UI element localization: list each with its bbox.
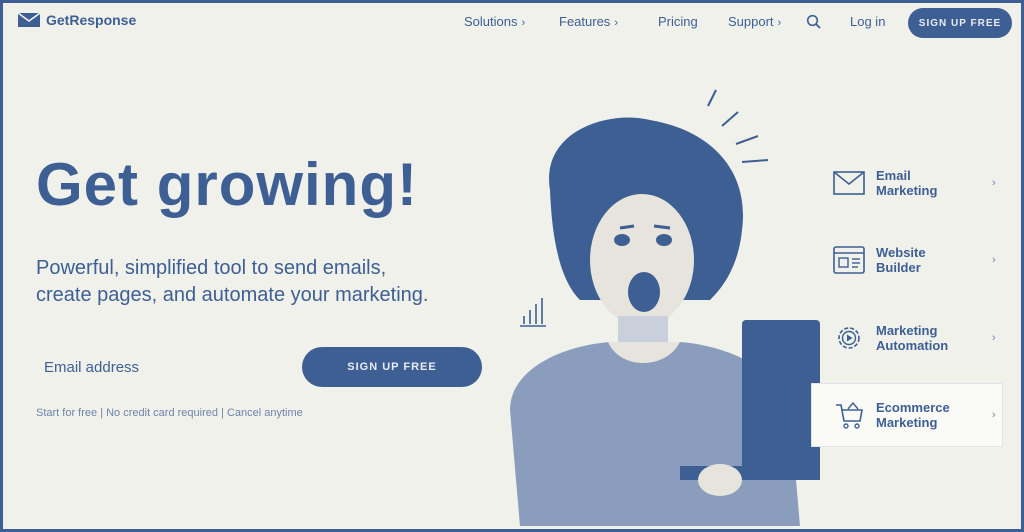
hand: [698, 464, 742, 496]
hero-headline: Get growing!: [36, 151, 418, 218]
nav-features-label: Features: [559, 14, 611, 29]
website-builder-icon: [832, 243, 866, 277]
mouth: [628, 272, 660, 312]
logo-text: GetResponse: [46, 12, 137, 28]
mini-chart: [520, 298, 546, 327]
shopping-cart-icon: [832, 398, 866, 432]
logo-envelope-icon: [18, 13, 40, 27]
envelope-icon: [832, 166, 866, 200]
nav-solutions-label: Solutions: [464, 14, 518, 29]
feature-label: Marketing Automation: [876, 323, 972, 353]
login-link[interactable]: Log in: [850, 14, 885, 29]
nav-pricing[interactable]: Pricing: [658, 14, 698, 29]
hero-illustration: [510, 89, 820, 526]
fine-print: Start for free | No credit card required…: [36, 407, 303, 419]
nav-solutions[interactable]: Solutions ›: [464, 14, 525, 29]
feature-label-line2: Builder: [876, 260, 921, 275]
chevron-right-icon: ›: [992, 332, 996, 344]
hero-subline-line2: create pages, and automate your marketin…: [36, 284, 429, 306]
nav-features[interactable]: Features ›: [559, 14, 618, 29]
nav-pricing-label: Pricing: [658, 14, 698, 29]
laptop-screen: [742, 320, 820, 470]
feature-label: Website Builder: [876, 245, 972, 275]
feature-label-line1: Ecommerce: [876, 400, 950, 415]
chevron-right-icon: ›: [777, 17, 782, 29]
hero-subline: Powerful, simplified tool to send emails…: [36, 255, 506, 309]
logo[interactable]: GetResponse: [18, 12, 136, 28]
feature-label-line2: Automation: [876, 338, 949, 353]
feature-label: Email Marketing: [876, 168, 972, 198]
gear-play-icon: [832, 321, 866, 355]
feature-label-line1: Email: [876, 168, 911, 183]
feature-email-marketing[interactable]: Email Marketing ›: [812, 152, 1002, 214]
chevron-right-icon: ›: [521, 17, 526, 29]
feature-website-builder[interactable]: Website Builder ›: [812, 229, 1002, 291]
feature-label-line2: Marketing: [876, 183, 938, 198]
search-icon[interactable]: [806, 14, 822, 35]
feature-ecommerce-marketing[interactable]: Ecommerce Marketing ›: [812, 384, 1002, 446]
feature-label-line1: Marketing: [876, 323, 938, 338]
chevron-right-icon: ›: [614, 17, 618, 29]
feature-label-line1: Website: [876, 245, 926, 260]
feature-marketing-automation[interactable]: Marketing Automation ›: [812, 307, 1002, 369]
hero-subline-line1: Powerful, simplified tool to send emails…: [36, 257, 387, 279]
chevron-right-icon: ›: [992, 177, 996, 189]
header-signup-button[interactable]: SIGN UP FREE: [908, 8, 1012, 38]
hero-signup-button[interactable]: SIGN UP FREE: [302, 347, 482, 387]
chevron-right-icon: ›: [992, 409, 996, 421]
email-field[interactable]: [36, 350, 286, 384]
feature-label: Ecommerce Marketing: [876, 400, 972, 430]
feature-label-line2: Marketing: [876, 415, 938, 430]
nav-support-label: Support: [728, 14, 774, 29]
nav-support[interactable]: Support ›: [728, 14, 781, 29]
chevron-right-icon: ›: [992, 254, 996, 266]
burst-lines: [707, 89, 769, 163]
